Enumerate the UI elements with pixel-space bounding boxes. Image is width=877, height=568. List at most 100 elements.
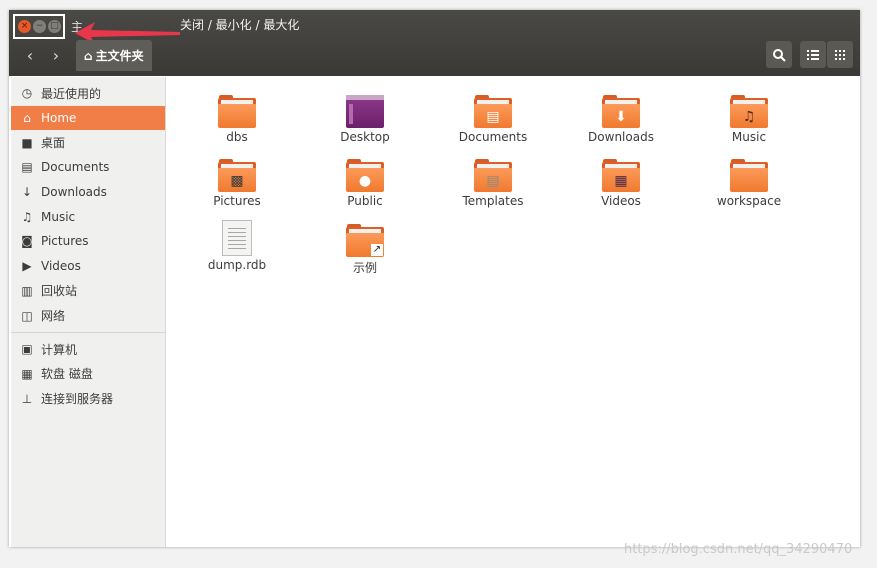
templates-folder-icon: ▤	[474, 159, 512, 192]
clock-icon: ◷	[21, 86, 33, 101]
file-name: Pictures	[213, 194, 261, 208]
file-name: dbs	[226, 130, 248, 144]
sidebar-item-connect-server[interactable]: ⊥ 连接到服务器	[11, 386, 165, 411]
desktop-folder-icon	[346, 95, 384, 128]
grid-view-button[interactable]	[827, 41, 853, 68]
sidebar-item-pictures[interactable]: ◙ Pictures	[11, 229, 165, 254]
videos-folder-icon: ▦	[602, 159, 640, 192]
file-item-workspace[interactable]: workspace	[694, 159, 804, 208]
file-name: workspace	[716, 194, 782, 208]
sidebar-item-label: Home	[41, 111, 77, 126]
file-item-videos[interactable]: ▦ Videos	[566, 159, 676, 208]
minimize-window-button[interactable]: −	[33, 20, 46, 33]
sidebar-item-label: 计算机	[41, 342, 78, 357]
window-controls: × − □	[13, 14, 65, 39]
watermark: https://blog.csdn.net/qq_34290470	[624, 542, 853, 557]
header-bar: × − □ 主 关闭 / 最小化 / 最大化 ‹ › ⌂ 主文件夹	[9, 10, 860, 76]
file-name: Downloads	[588, 130, 654, 144]
file-name: Templates	[462, 194, 524, 208]
chevron-right-icon: ›	[52, 45, 60, 65]
file-item-dump-rdb[interactable]: dump.rdb	[182, 220, 292, 272]
pictures-folder-icon: ▩	[218, 159, 256, 192]
floppy-icon: ▦	[21, 366, 33, 381]
file-item-desktop[interactable]: Desktop	[310, 95, 420, 144]
sidebar-item-floppy[interactable]: ▦ 软盘 磁盘	[11, 362, 165, 387]
sidebar-item-label: 连接到服务器	[41, 392, 114, 407]
list-view-button[interactable]	[800, 41, 826, 68]
close-window-button[interactable]: ×	[18, 20, 31, 33]
forward-button[interactable]: ›	[44, 42, 68, 68]
file-item-downloads[interactable]: ⬇ Downloads	[566, 95, 676, 144]
network-icon: ◫	[21, 308, 33, 323]
file-item-public[interactable]: ● Public	[310, 159, 420, 208]
places-sidebar: ◷ 最近使用的 ⌂ Home ■ 桌面 ▤ Documents ↓ Downloads ♫…	[11, 77, 166, 547]
folder-icon: ■	[21, 135, 33, 150]
sidebar-item-label: Music	[41, 209, 76, 224]
file-name: 示例	[352, 261, 377, 275]
document-icon: ▤	[21, 160, 33, 175]
sidebar-item-computer[interactable]: ▣ 计算机	[11, 337, 165, 362]
file-name: Public	[347, 194, 383, 208]
sidebar-item-desktop[interactable]: ■ 桌面	[11, 130, 165, 155]
file-name: Videos	[601, 194, 641, 208]
trash-icon: ▥	[21, 283, 33, 298]
file-item-templates[interactable]: ▤ Templates	[438, 159, 548, 208]
sidebar-item-label: Downloads	[41, 185, 107, 200]
file-view: dbs Desktop ▤ Documents ⬇ Downloads ♫ Mu…	[167, 77, 860, 547]
sidebar-item-videos[interactable]: ▶ Videos	[11, 254, 165, 279]
file-name: Documents	[458, 130, 528, 144]
sidebar-item-label: 桌面	[41, 136, 66, 151]
sidebar-item-home[interactable]: ⌂ Home	[11, 105, 165, 131]
home-icon: ⌂	[23, 111, 31, 126]
music-folder-icon: ♫	[730, 95, 768, 128]
server-icon: ⊥	[21, 391, 33, 406]
file-item-music[interactable]: ♫ Music	[694, 95, 804, 144]
sidebar-item-label: 最近使用的	[41, 86, 102, 101]
location-label: 主文件夹	[95, 49, 144, 63]
sidebar-item-downloads[interactable]: ↓ Downloads	[11, 180, 165, 205]
maximize-window-button[interactable]: □	[48, 20, 61, 33]
camera-icon: ◙	[21, 234, 33, 249]
sidebar-item-label: 回收站	[41, 284, 78, 299]
file-item-pictures[interactable]: ▩ Pictures	[182, 159, 292, 208]
chevron-left-icon: ‹	[26, 45, 34, 65]
sidebar-item-label: Pictures	[41, 234, 89, 249]
file-item-documents[interactable]: ▤ Documents	[438, 95, 548, 144]
sidebar-item-network[interactable]: ◫ 网络	[11, 303, 165, 328]
file-item-examples[interactable]: ↗ 示例	[310, 224, 420, 276]
file-item-dbs[interactable]: dbs	[182, 95, 292, 144]
file-name: Music	[731, 130, 767, 144]
file-name: Desktop	[340, 130, 390, 144]
search-button[interactable]	[766, 41, 792, 68]
folder-icon	[218, 95, 256, 128]
documents-folder-icon: ▤	[474, 95, 512, 128]
music-icon: ♫	[21, 209, 33, 224]
back-button[interactable]: ‹	[18, 42, 42, 68]
computer-icon: ▣	[21, 342, 33, 357]
sidebar-item-music[interactable]: ♫ Music	[11, 204, 165, 229]
link-folder-icon: ↗	[346, 224, 384, 257]
sidebar-item-label: Documents	[41, 160, 110, 175]
link-arrow-icon: ↗	[371, 244, 383, 256]
folder-icon	[730, 159, 768, 192]
sidebar-item-label: Videos	[41, 259, 81, 274]
file-name: dump.rdb	[207, 258, 267, 272]
downloads-folder-icon: ⬇	[602, 95, 640, 128]
annotation-text: 关闭 / 最小化 / 最大化	[180, 18, 300, 32]
list-icon	[807, 49, 819, 60]
text-file-icon	[222, 220, 252, 256]
sidebar-item-label: 网络	[41, 309, 66, 324]
sidebar-item-documents[interactable]: ▤ Documents	[11, 155, 165, 180]
download-icon: ↓	[21, 185, 33, 200]
sidebar-item-trash[interactable]: ▥ 回收站	[11, 279, 165, 304]
sidebar-item-recent[interactable]: ◷ 最近使用的	[11, 81, 165, 106]
sidebar-divider	[11, 331, 165, 333]
location-home-button[interactable]: ⌂ 主文件夹	[76, 40, 152, 71]
grid-icon	[835, 49, 845, 60]
search-icon	[773, 48, 786, 62]
video-icon: ▶	[22, 259, 32, 274]
file-manager-window: × − □ 主 关闭 / 最小化 / 最大化 ‹ › ⌂ 主文件夹 ◷ 最近使用…	[9, 10, 860, 547]
public-folder-icon: ●	[346, 159, 384, 192]
sidebar-item-label: 软盘 磁盘	[41, 367, 93, 382]
home-icon: ⌂	[84, 48, 93, 63]
